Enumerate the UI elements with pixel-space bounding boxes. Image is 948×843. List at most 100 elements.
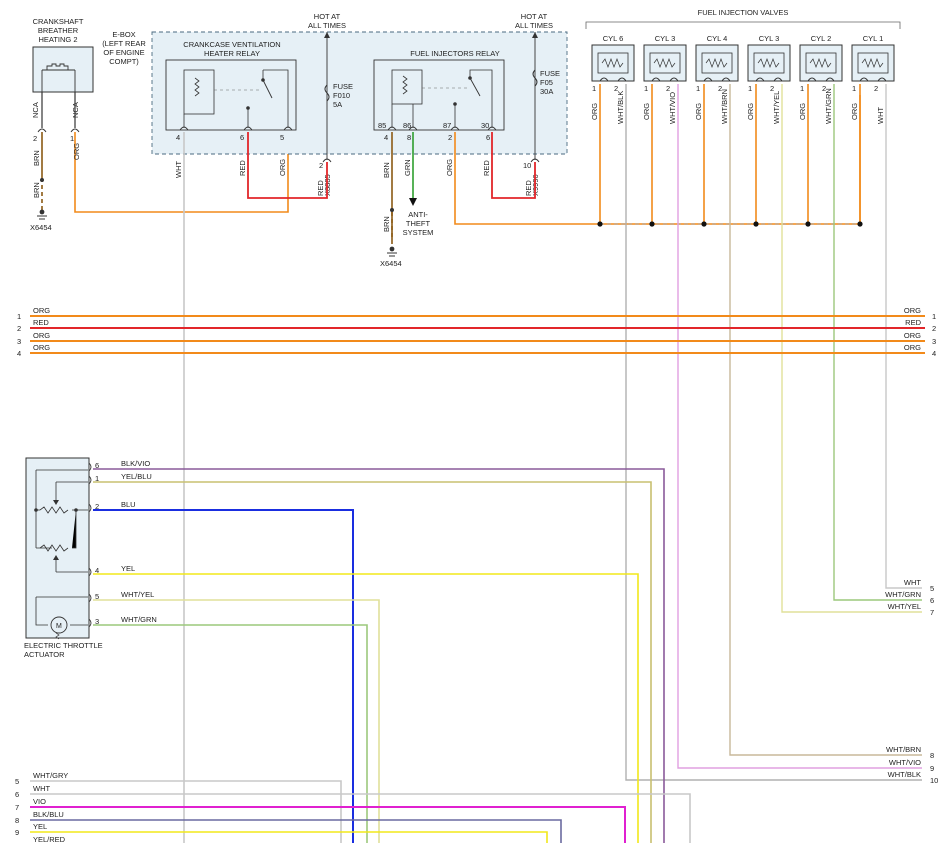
injector-w1-label: ORG [850,103,859,120]
throttle-name-2: ACTUATOR [24,650,65,659]
fuse-right-label-3: 30A [540,87,553,96]
anti-theft-1: ANTI- [408,210,428,219]
hot-right-line1: HOT AT [521,12,548,21]
right-out-num: 5 [930,584,934,593]
fuel-pin4: 4 [384,133,388,142]
injector-pin1: 1 [644,84,648,93]
throttle-wire [93,573,639,843]
injector-w1-label: ORG [746,103,755,120]
fuel-pin8: 8 [407,133,411,142]
hot-right-line2: ALL TIMES [515,21,553,30]
right-out-label: WHT/GRN [885,590,921,599]
right-out-num: 8 [930,751,934,760]
ccv-relay-title-1: CRANKCASE VENTILATION [183,40,280,49]
injector-signal-wire [781,84,922,613]
splice-dot [649,221,655,227]
right-out-label: WHT/YEL [888,602,921,611]
bus-label-left: RED [33,318,49,327]
svg-text:M: M [56,623,62,630]
nca-label-1: NCA [31,102,40,118]
heater-title-line3: HEATING 2 [38,35,77,44]
left-out-wire [30,831,548,843]
fuse-right-label-2: F05 [540,78,553,87]
injector-w2-label: WHT/BRN [720,89,729,124]
ccv-relay-title-2: HEATER RELAY [204,49,260,58]
injector-w2-label: WHT/YEL [772,91,781,124]
x6454-left-label: X6454 [30,223,52,232]
fuel-pin-86: 86 [403,121,411,130]
bus-label-right: ORG [904,306,921,315]
org-ccv-label: ORG [278,159,287,176]
bus-num-right: 4 [932,349,936,358]
throttle-wire-label: BLU [121,500,136,509]
right-out-num: 9 [930,764,934,773]
right-out-num: 7 [930,608,934,617]
grn-fuel-label: GRN [403,159,412,176]
anti-theft-arrow-icon [409,198,417,206]
throttle-wire [93,624,368,843]
left-out-label: VIO [33,797,46,806]
throttle-wire [93,509,354,843]
bus-num-left: 3 [17,337,21,346]
ground-icon-left [39,209,45,215]
hot-left-line2: ALL TIMES [308,21,346,30]
injector-name: CYL 3 [655,34,676,43]
ebox-line4: COMPT) [109,57,139,66]
throttle-wire-label: YEL [121,564,135,573]
throttle-name-1: ELECTRIC THROTTLE [24,641,103,650]
bus-num-right: 1 [932,312,936,321]
throttle-wire-label: WHT/YEL [121,590,154,599]
brn-label-2: BRN [32,182,41,198]
left-out-num: 6 [15,790,19,799]
left-out-label: BLK/BLU [33,810,64,819]
brn-label-1: BRN [32,150,41,166]
injector-w1-label: ORG [642,103,651,120]
bus-label-right: ORG [904,343,921,352]
heater-title-line2: BREATHER [38,26,79,35]
splice-dot [857,221,863,227]
injector-name: CYL 2 [811,34,832,43]
splice-dot [701,221,707,227]
left-out-label: WHT/GRY [33,771,68,780]
fuel-valves-bracket [585,21,901,29]
throttle-wire-label: YEL/BLU [121,472,152,481]
ccv-pin-4: 4 [176,133,180,142]
bus-label-right: ORG [904,331,921,340]
right-out-label: WHT/BRN [886,745,921,754]
left-out-num: 7 [15,803,19,812]
right-out-num: 6 [930,596,934,605]
left-out-num: 5 [15,777,19,786]
injector-signal-wire [625,84,922,781]
injector-w2-label: WHT/GRN [824,88,833,124]
fuse-left-label-2: F010 [333,91,350,100]
left-out-num: 9 [15,828,19,837]
left-out-num: 8 [15,816,19,825]
crankshaft-heater-title: CRANKSHAFT BREATHER HEATING 2 [33,17,84,44]
heater-pin1-connector [70,128,80,133]
injector-pin2: 2 [874,84,878,93]
fuel-relay-title: FUEL INJECTORS RELAY [410,49,499,58]
bus-num-left: 2 [17,324,21,333]
red-ccv-label: RED [238,160,247,176]
injector-pin1: 1 [696,84,700,93]
splice-dot [753,221,759,227]
splice-dot [805,221,811,227]
throttle-wire [93,481,652,843]
injector-signal-wire [729,84,922,756]
throttle-wire-label: WHT/GRN [121,615,157,624]
fuel-pin-85: 85 [378,121,386,130]
injector-pin1: 1 [592,84,596,93]
ground-icon-mid [389,246,395,252]
injector-name: CYL 3 [759,34,780,43]
anti-theft-2: THEFT [406,219,431,228]
throttle-wire-label: BLK/VIO [121,459,150,468]
injector-w1-label: ORG [798,103,807,120]
fuse-right-pin: 10 [523,161,531,170]
injector-w2-label: WHT [876,107,885,124]
injector-w2-label: WHT/BLK [616,91,625,124]
left-out-label: WHT [33,784,50,793]
left-out-wire [30,780,342,843]
splice-dot [597,221,603,227]
fuse-right-label-1: FUSE [540,69,560,78]
brn-fuel-label: BRN [382,162,391,178]
